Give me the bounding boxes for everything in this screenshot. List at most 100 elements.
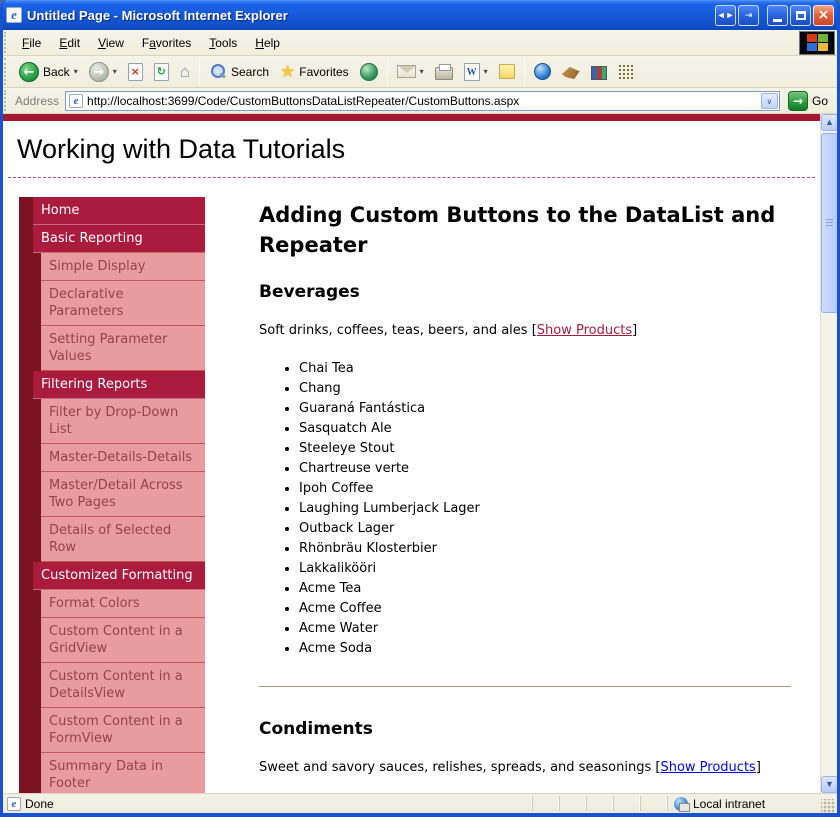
messenger-sphere-icon bbox=[534, 63, 551, 80]
address-input-box: e ∨ bbox=[65, 91, 780, 111]
menu-item[interactable]: Favorites bbox=[133, 32, 200, 54]
menu-item[interactable]: View bbox=[89, 32, 133, 54]
edit-dropdown-icon[interactable]: ▾ bbox=[484, 67, 488, 76]
product-list-item: Acme Tea bbox=[299, 579, 791, 599]
back-icon: ← bbox=[19, 62, 39, 82]
toolbar-separator bbox=[199, 58, 200, 85]
address-bar: Address e ∨ → Go bbox=[3, 88, 837, 114]
sidebar-nav-item[interactable]: Filter by Drop-Down List bbox=[41, 399, 205, 444]
refresh-button[interactable]: ↻ bbox=[149, 60, 174, 84]
show-products-link-condiments[interactable]: Show Products bbox=[660, 760, 755, 775]
title-bar[interactable]: e Untitled Page - Microsoft Internet Exp… bbox=[0, 0, 840, 30]
history-button[interactable] bbox=[355, 60, 383, 84]
sidebar-nav-item[interactable]: Simple Display bbox=[41, 253, 205, 281]
back-button[interactable]: ← Back ▾ bbox=[14, 59, 83, 85]
toolbar-grip[interactable] bbox=[4, 58, 11, 85]
toolbar-grip[interactable] bbox=[4, 90, 11, 111]
print-button[interactable] bbox=[430, 60, 458, 83]
sidebar-nav-item[interactable]: Master/Detail Across Two Pages bbox=[41, 472, 205, 517]
toolbar-grip[interactable] bbox=[4, 32, 11, 53]
sidebar-nav-item[interactable]: Home bbox=[33, 197, 205, 225]
sidebar-nav-item[interactable]: Filtering Reports bbox=[33, 371, 205, 399]
forward-dropdown-icon[interactable]: ▾ bbox=[113, 67, 117, 76]
local-intranet-icon bbox=[674, 797, 688, 811]
sidebar-nav-item[interactable]: Declarative Parameters bbox=[41, 281, 205, 326]
page-icon: e bbox=[69, 94, 83, 108]
status-bar: e Done Local intranet bbox=[3, 793, 837, 813]
home-button[interactable]: ⌂ bbox=[175, 60, 195, 84]
product-list-item: Outback Lager bbox=[299, 519, 791, 539]
status-pane bbox=[640, 796, 667, 811]
article-title: Adding Custom Buttons to the DataList an… bbox=[259, 200, 791, 260]
titlebar-buttons: ◄► ⇥ × bbox=[715, 5, 834, 26]
close-button[interactable]: × bbox=[813, 5, 834, 26]
scroll-down-button[interactable]: ▼ bbox=[821, 776, 838, 793]
arrows-icon[interactable]: ◄► bbox=[715, 5, 736, 26]
sidebar-nav-item[interactable]: Setting Parameter Values bbox=[41, 326, 205, 371]
research-button[interactable] bbox=[557, 61, 585, 82]
reference-button[interactable] bbox=[586, 61, 612, 83]
resize-grip[interactable] bbox=[821, 799, 835, 813]
forward-button[interactable]: → ▾ bbox=[84, 59, 122, 85]
section-intro-beverages: Soft drinks, coffees, teas, beers, and a… bbox=[259, 323, 791, 338]
sidebar-nav-item[interactable]: Details of Selected Row bbox=[41, 517, 205, 562]
discuss-note-icon bbox=[499, 64, 515, 79]
menu-item[interactable]: Edit bbox=[50, 32, 89, 54]
sidebar-nav-item[interactable]: Master-Details-Details bbox=[41, 444, 205, 472]
vertical-scrollbar[interactable]: ▲ ▼ bbox=[820, 114, 837, 793]
maximize-button[interactable] bbox=[790, 5, 811, 26]
discuss-button[interactable] bbox=[494, 61, 520, 82]
favorites-star-icon: ★ bbox=[280, 63, 295, 80]
mail-button[interactable]: ▾ bbox=[392, 62, 429, 81]
toolbar-separator bbox=[387, 58, 388, 85]
favorites-button[interactable]: ★ Favorites bbox=[275, 60, 354, 83]
sidebar-nav-item[interactable]: Custom Content in a GridView bbox=[41, 618, 205, 663]
back-dropdown-icon[interactable]: ▾ bbox=[74, 67, 78, 76]
status-pane bbox=[586, 796, 613, 811]
product-list-item: Acme Coffee bbox=[299, 599, 791, 619]
search-button[interactable]: Search bbox=[204, 60, 274, 84]
product-list-item: Acme Water bbox=[299, 619, 791, 639]
sidebar-nav-item[interactable]: Basic Reporting bbox=[33, 225, 205, 253]
dots-grid-icon bbox=[618, 64, 634, 80]
web-page: Working with Data Tutorials Home Basic R… bbox=[3, 114, 820, 793]
sidebar-nav-item[interactable]: Custom Content in a FormView bbox=[41, 708, 205, 753]
address-label: Address bbox=[13, 94, 65, 108]
article: Adding Custom Buttons to the DataList an… bbox=[259, 197, 791, 775]
exit-session-icon[interactable]: ⇥ bbox=[738, 5, 759, 26]
show-products-link-beverages[interactable]: Show Products bbox=[537, 323, 632, 338]
address-input[interactable] bbox=[87, 94, 761, 108]
menu-item[interactable]: Tools bbox=[200, 32, 246, 54]
go-button[interactable]: → Go bbox=[780, 89, 834, 113]
mail-dropdown-icon[interactable]: ▾ bbox=[420, 67, 424, 76]
print-icon bbox=[435, 67, 453, 80]
home-icon: ⌂ bbox=[180, 63, 190, 81]
sidebar-nav-item[interactable]: Summary Data in Footer bbox=[41, 753, 205, 793]
minimize-button[interactable] bbox=[767, 5, 788, 26]
site-title: Working with Data Tutorials bbox=[17, 134, 808, 165]
status-pane bbox=[532, 796, 559, 811]
forward-icon: → bbox=[89, 62, 109, 82]
bird-icon bbox=[562, 67, 580, 79]
edit-with-word-button[interactable]: W ▾ bbox=[459, 60, 493, 84]
status-text: Done bbox=[25, 797, 532, 811]
product-list-item: Laughing Lumberjack Lager bbox=[299, 499, 791, 519]
section-heading-condiments: Condiments bbox=[259, 719, 791, 739]
status-pane bbox=[613, 796, 640, 811]
minimize-icon bbox=[773, 19, 782, 22]
messenger-button[interactable] bbox=[529, 60, 556, 83]
address-dropdown-button[interactable]: ∨ bbox=[761, 93, 778, 109]
section-intro-condiments: Sweet and savory sauces, relishes, sprea… bbox=[259, 760, 791, 775]
sidebar-nav-item[interactable]: Custom Content in a DetailsView bbox=[41, 663, 205, 708]
menu-item[interactable]: Help bbox=[246, 32, 289, 54]
stop-button[interactable]: × bbox=[123, 60, 148, 84]
scroll-up-button[interactable]: ▲ bbox=[821, 114, 838, 131]
addin-button[interactable] bbox=[613, 61, 639, 83]
toolbar-separator bbox=[524, 58, 525, 85]
sidebar-nav-item[interactable]: Format Colors bbox=[41, 590, 205, 618]
word-icon: W bbox=[464, 63, 480, 81]
scrollbar-thumb[interactable] bbox=[821, 133, 838, 313]
sidebar-nav-item[interactable]: Customized Formatting bbox=[33, 562, 205, 590]
menu-item[interactable]: File bbox=[13, 32, 50, 54]
window-title: Untitled Page - Microsoft Internet Explo… bbox=[27, 8, 715, 23]
